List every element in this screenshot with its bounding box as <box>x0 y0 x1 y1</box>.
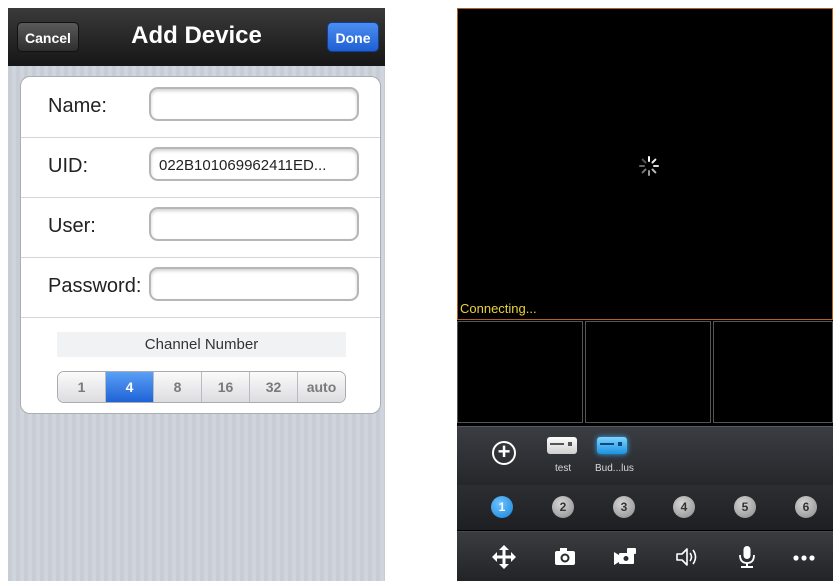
uid-row: UID: 022B101069962411ED... <box>21 137 380 198</box>
device-label: test <box>555 463 572 474</box>
connection-status: Connecting... <box>460 301 537 316</box>
microphone-icon[interactable] <box>734 544 760 570</box>
channel-option-auto[interactable]: auto <box>298 372 345 402</box>
channel-option-4[interactable]: 4 <box>106 372 154 402</box>
sub-video-grid <box>457 321 833 423</box>
name-field[interactable] <box>149 87 359 121</box>
done-button[interactable]: Done <box>327 22 379 52</box>
uid-field[interactable]: 022B101069962411ED... <box>149 147 359 181</box>
uid-label: UID: <box>48 155 88 177</box>
channel-bar: 1 2 3 4 5 6 <box>457 485 833 530</box>
password-field[interactable] <box>149 267 359 301</box>
snapshot-camera-icon[interactable] <box>552 544 578 570</box>
channel-number-label: Channel Number <box>57 332 346 357</box>
password-label: Password: <box>48 275 142 297</box>
password-row: Password: <box>21 257 380 318</box>
channel-option-16[interactable]: 16 <box>202 372 250 402</box>
channel-option-8[interactable]: 8 <box>154 372 202 402</box>
user-field[interactable] <box>149 207 359 241</box>
channel-button-6[interactable]: 6 <box>795 496 817 518</box>
channel-option-32[interactable]: 32 <box>250 372 298 402</box>
live-view-screen: Connecting... + test Bud...lus 1 2 3 4 5 <box>457 8 833 581</box>
speaker-icon[interactable] <box>673 544 699 570</box>
add-device-screen: Cancel Add Device Done Name: UID: 022B10… <box>8 8 385 581</box>
name-row: Name: <box>21 77 380 138</box>
channel-button-5[interactable]: 5 <box>734 496 756 518</box>
dvr-device-icon <box>597 437 627 454</box>
record-video-icon[interactable] <box>613 544 639 570</box>
loading-spinner-icon <box>639 156 659 176</box>
name-label: Name: <box>48 95 107 117</box>
ptz-move-icon[interactable] <box>491 544 517 570</box>
add-device-button[interactable]: + <box>492 441 516 465</box>
device-bar: + test Bud...lus <box>457 426 833 485</box>
more-icon[interactable] <box>791 544 817 570</box>
main-video-view[interactable]: Connecting... <box>457 8 833 320</box>
channel-button-4[interactable]: 4 <box>673 496 695 518</box>
channel-button-3[interactable]: 3 <box>613 496 635 518</box>
channel-option-1[interactable]: 1 <box>58 372 106 402</box>
sub-video-view[interactable] <box>713 321 833 423</box>
dvr-device-icon <box>547 437 577 454</box>
channel-button-2[interactable]: 2 <box>552 496 574 518</box>
control-toolbar <box>457 531 833 581</box>
user-row: User: <box>21 197 380 258</box>
sub-video-view[interactable] <box>457 321 583 423</box>
user-label: User: <box>48 215 96 237</box>
channel-number-selector: 1 4 8 16 32 auto <box>57 371 346 403</box>
channel-button-1[interactable]: 1 <box>491 496 513 518</box>
device-label: Bud...lus <box>595 463 634 474</box>
sub-video-view[interactable] <box>585 321 711 423</box>
device-form: Name: UID: 022B101069962411ED... User: P… <box>20 76 381 414</box>
navigation-bar: Cancel Add Device Done <box>8 8 385 66</box>
